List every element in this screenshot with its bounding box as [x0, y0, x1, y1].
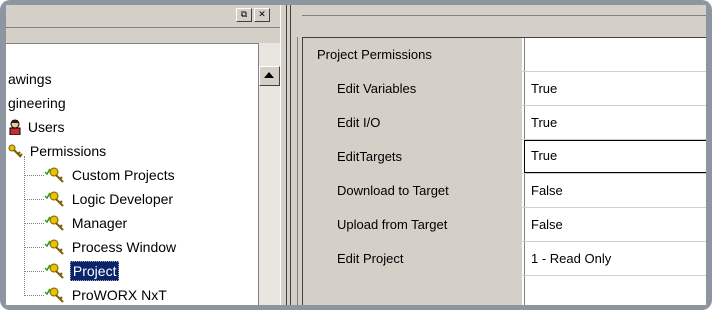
- tree-item-label: Custom Projects: [71, 167, 175, 183]
- key-check-icon: [44, 239, 64, 255]
- tree-item-project[interactable]: Project: [44, 259, 120, 283]
- tree-item-label: Project: [69, 261, 120, 281]
- tree-item-engineering[interactable]: gineering: [6, 91, 68, 115]
- property-value-editor[interactable]: True: [524, 140, 706, 173]
- key-check-icon: [44, 191, 64, 207]
- tree-item-label: Logic Developer: [71, 191, 174, 207]
- close-button[interactable]: ✕: [254, 8, 270, 22]
- window-frame: ⧉ ✕ awings gineering Users Permissions C…: [0, 0, 712, 310]
- property-name: Edit Project: [303, 242, 523, 275]
- restore-button[interactable]: ⧉: [236, 8, 252, 22]
- tree-item-logic-developer[interactable]: Logic Developer: [44, 187, 175, 211]
- property-value[interactable]: 1 - Read Only: [524, 242, 706, 275]
- tree-item-label: Users: [27, 119, 65, 135]
- tree-connector: [24, 199, 44, 200]
- property-name: Edit Variables: [303, 72, 523, 105]
- users-icon: [9, 119, 21, 136]
- tree-connector: [24, 175, 44, 176]
- grid-row-edit-variables[interactable]: Edit Variables True: [303, 72, 706, 106]
- tree-item-label: Manager: [71, 215, 128, 231]
- tree-item-label: ProWORX NxT: [71, 287, 167, 303]
- grid-header-value: [524, 38, 706, 71]
- pane-splitter[interactable]: [280, 5, 298, 305]
- tree-connector: [24, 156, 25, 296]
- grid-row-download-to-target[interactable]: Download to Target False: [303, 174, 706, 208]
- permissions-tree[interactable]: awings gineering Users Permissions Custo…: [6, 43, 258, 305]
- key-check-icon: [44, 215, 64, 231]
- tree-connector: [24, 271, 44, 272]
- tree-scrollbar[interactable]: [258, 43, 281, 305]
- tree-item-custom-projects[interactable]: Custom Projects: [44, 163, 177, 187]
- keys-icon: [8, 144, 23, 158]
- tree-item-process-window[interactable]: Process Window: [44, 235, 178, 259]
- grid-header-label: Project Permissions: [303, 38, 523, 71]
- tree-connector: [24, 247, 44, 248]
- grid-row-upload-from-target[interactable]: Upload from Target False: [303, 208, 706, 242]
- property-grid[interactable]: Project Permissions Edit Variables True …: [302, 37, 706, 305]
- property-value[interactable]: False: [524, 208, 706, 241]
- grid-row-edit-project[interactable]: Edit Project 1 - Read Only: [303, 242, 706, 276]
- tree-connector: [24, 223, 44, 224]
- grid-empty-row: [303, 276, 706, 305]
- property-name: EditTargets: [303, 140, 523, 173]
- property-name: Upload from Target: [303, 208, 523, 241]
- tree-item-label: gineering: [8, 95, 66, 111]
- app-window: ⧉ ✕ awings gineering Users Permissions C…: [6, 5, 706, 305]
- property-value[interactable]: True: [524, 106, 706, 139]
- property-name: Download to Target: [303, 174, 523, 207]
- grid-row-edit-io[interactable]: Edit I/O True: [303, 106, 706, 140]
- property-value[interactable]: False: [524, 174, 706, 207]
- grid-header-row: Project Permissions: [303, 38, 706, 72]
- tree-item-users[interactable]: Users: [8, 115, 66, 139]
- tree-item-proworx-nxt[interactable]: ProWORX NxT: [44, 283, 169, 305]
- grid-toolbar: [296, 5, 706, 37]
- left-pane-titlebar: ⧉ ✕: [6, 5, 280, 28]
- scroll-up-button[interactable]: [259, 66, 280, 86]
- tree-connector: [24, 295, 44, 296]
- key-check-icon: [44, 263, 64, 279]
- tree-item-drawings[interactable]: awings: [6, 67, 54, 91]
- tree-item-label: Process Window: [71, 239, 177, 255]
- tree-item-label: awings: [8, 71, 52, 87]
- key-check-icon: [44, 167, 64, 183]
- property-value[interactable]: True: [524, 72, 706, 105]
- grid-row-edit-targets[interactable]: EditTargets True: [303, 140, 706, 174]
- tree-item-label: Permissions: [29, 143, 107, 159]
- key-check-icon: [44, 287, 64, 303]
- tree-item-manager[interactable]: Manager: [44, 211, 129, 235]
- property-name: Edit I/O: [303, 106, 523, 139]
